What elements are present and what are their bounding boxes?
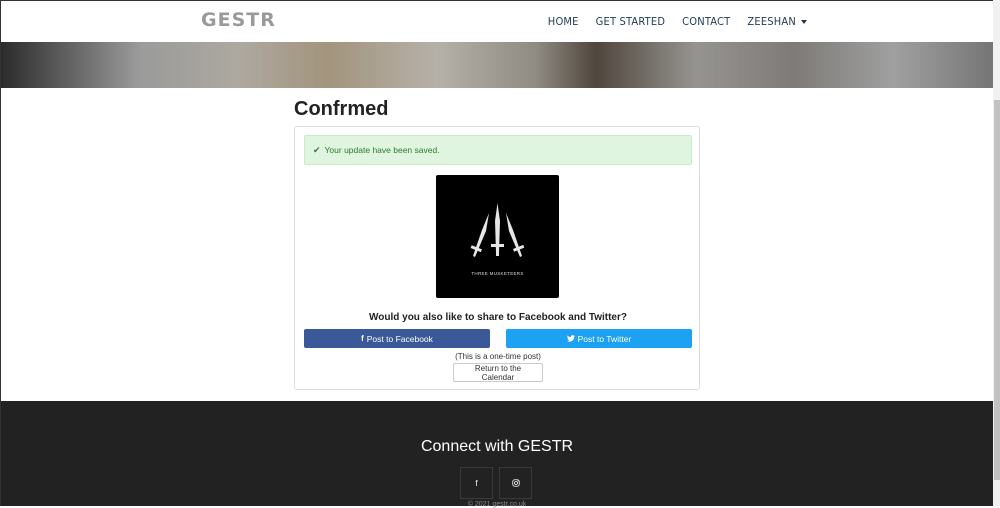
user-menu-label: ZEESHAN (747, 15, 796, 28)
scrollbar-thumb[interactable] (994, 100, 1000, 480)
confirmation-panel: ✔ Your update have been saved. THREE MUS… (294, 126, 700, 390)
nav-get-started[interactable]: GET STARTED (596, 15, 666, 28)
post-to-facebook-button[interactable]: f Post to Facebook (304, 329, 490, 348)
caret-down-icon (801, 19, 807, 24)
facebook-icon: f (361, 334, 364, 343)
top-navbar: GESTR HOME GET STARTED CONTACT ZEESHAN (1, 0, 993, 42)
alert-text: Your update have been saved. (324, 145, 440, 155)
footer-title: Connect with GESTR (420, 438, 574, 455)
hero-banner (1, 42, 993, 88)
footer: Connect with GESTR f © 2021 gestr.co.uk (1, 401, 993, 508)
swords-icon (470, 203, 525, 257)
check-icon: ✔ (313, 144, 321, 155)
nav-contact[interactable]: CONTACT (682, 15, 730, 28)
copyright-text: © 2021 gestr.co.uk (467, 501, 527, 508)
user-menu[interactable]: ZEESHAN (747, 15, 807, 28)
share-question: Would you also like to share to Facebook… (369, 312, 627, 323)
success-alert: ✔ Your update have been saved. (304, 135, 692, 165)
facebook-icon: f (475, 478, 478, 488)
footer-instagram-link[interactable] (499, 467, 532, 499)
return-to-calendar-button[interactable]: Return to the Calendar (453, 363, 543, 382)
twitter-icon (566, 335, 575, 342)
facebook-button-label: Post to Facebook (366, 333, 433, 344)
page-scrollbar[interactable] (993, 0, 1000, 506)
event-logo-image: THREE MUSKETEERS (436, 175, 559, 298)
footer-facebook-link[interactable]: f (460, 467, 493, 499)
instagram-icon (511, 479, 520, 487)
twitter-button-label: Post to Twitter (577, 333, 632, 344)
logo-caption: THREE MUSKETEERS (471, 271, 524, 276)
nav-home[interactable]: HOME (548, 15, 579, 28)
nav-links: HOME GET STARTED CONTACT ZEESHAN (548, 15, 807, 28)
page-title: Confrmed (294, 98, 389, 120)
brand-logo[interactable]: GESTR (201, 9, 276, 31)
one-time-note: (This is a one-time post) (455, 352, 541, 361)
post-to-twitter-button[interactable]: Post to Twitter (506, 329, 692, 348)
